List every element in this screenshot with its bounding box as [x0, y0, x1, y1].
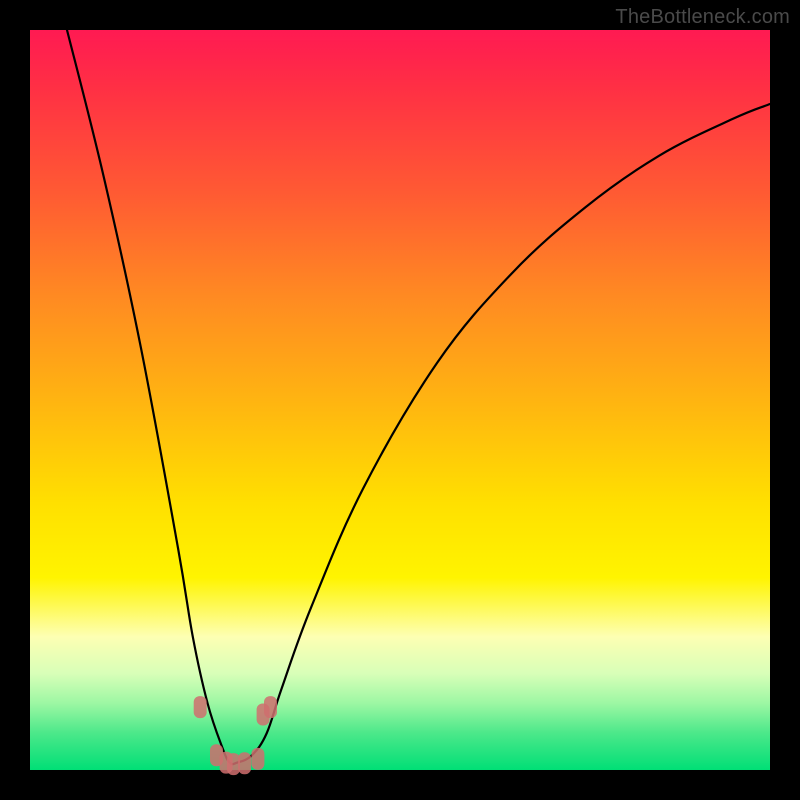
data-marker [251, 748, 264, 770]
plot-area [30, 30, 770, 770]
data-marker [227, 753, 240, 775]
bottleneck-curve [67, 30, 770, 764]
data-marker [194, 696, 207, 718]
chart-svg [30, 30, 770, 770]
chart-frame: TheBottleneck.com [0, 0, 800, 800]
data-marker [264, 696, 277, 718]
attribution-text: TheBottleneck.com [615, 6, 790, 29]
data-marker [238, 752, 251, 774]
